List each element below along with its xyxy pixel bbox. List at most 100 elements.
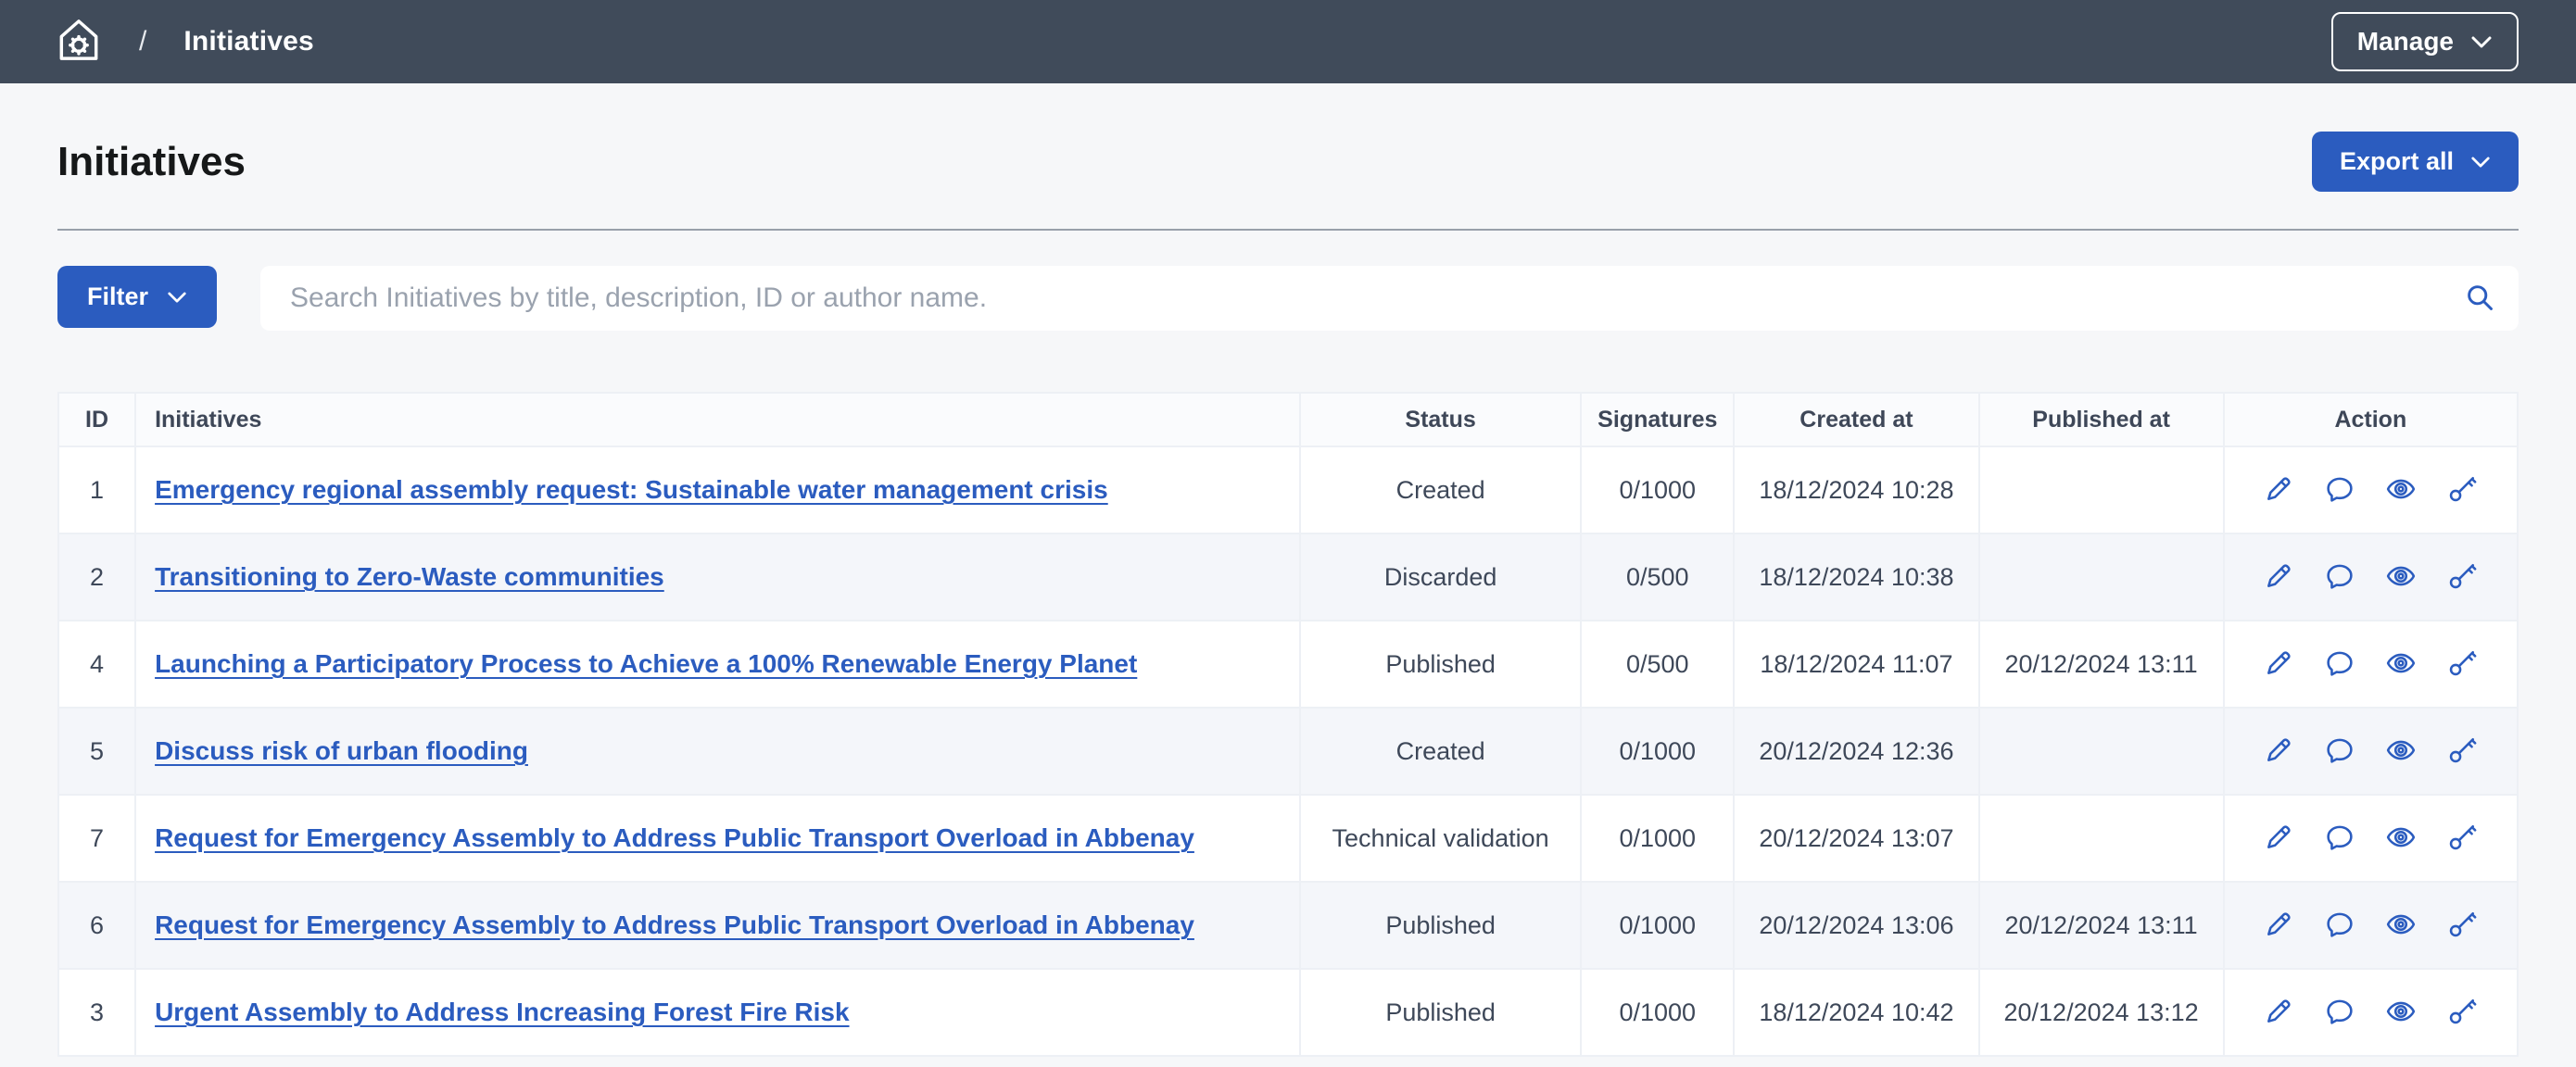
permissions-button[interactable] [2442,818,2482,859]
initiative-title-link[interactable]: Launching a Participatory Process to Ach… [155,649,1137,678]
cell-status: Published [1300,882,1581,969]
edit-button[interactable] [2258,644,2299,684]
initiative-title-link[interactable]: Request for Emergency Assembly to Addres… [155,910,1194,939]
permissions-button[interactable] [2442,992,2482,1033]
answer-button[interactable] [2319,557,2360,597]
answer-chat-icon [2325,997,2355,1029]
page-title: Initiatives [57,139,246,185]
permissions-button[interactable] [2442,644,2482,684]
cell-published-at [1979,446,2224,534]
table-row: 4 Launching a Participatory Process to A… [58,621,2518,708]
table-row: 6 Request for Emergency Assembly to Addr… [58,882,2518,969]
cell-id: 3 [58,969,135,1056]
edit-button[interactable] [2258,992,2299,1033]
header-id: ID [58,393,135,446]
manage-button[interactable]: Manage [2331,12,2519,71]
edit-button[interactable] [2258,470,2299,510]
edit-button[interactable] [2258,818,2299,859]
answer-chat-icon [2325,561,2355,594]
cell-signatures: 0/1000 [1581,795,1734,882]
preview-eye-icon [2386,735,2416,768]
initiatives-table: ID Initiatives Status Signatures Created… [57,392,2519,1057]
breadcrumb-current: Initiatives [183,26,314,57]
breadcrumb-separator: / [139,26,146,57]
permissions-key-icon [2447,910,2477,942]
filter-button-label: Filter [87,282,148,311]
header-status: Status [1300,393,1581,446]
preview-button[interactable] [2380,905,2421,946]
answer-button[interactable] [2319,644,2360,684]
table-row: 1 Emergency regional assembly request: S… [58,446,2518,534]
initiative-title-link[interactable]: Emergency regional assembly request: Sus… [155,475,1108,504]
edit-button[interactable] [2258,557,2299,597]
edit-button[interactable] [2258,731,2299,772]
cell-published-at [1979,795,2224,882]
edit-button[interactable] [2258,905,2299,946]
preview-button[interactable] [2380,470,2421,510]
table-row: 7 Request for Emergency Assembly to Addr… [58,795,2518,882]
cell-signatures: 0/1000 [1581,882,1734,969]
cell-published-at [1979,708,2224,795]
permissions-button[interactable] [2442,470,2482,510]
main-content: Initiatives Export all Filter [0,132,2576,1057]
preview-eye-icon [2386,997,2416,1029]
permissions-button[interactable] [2442,557,2482,597]
cell-id: 6 [58,882,135,969]
answer-chat-icon [2325,648,2355,681]
preview-button[interactable] [2380,818,2421,859]
answer-button[interactable] [2319,905,2360,946]
export-all-button[interactable]: Export all [2312,132,2519,192]
preview-button[interactable] [2380,644,2421,684]
table-row: 3 Urgent Assembly to Address Increasing … [58,969,2518,1056]
row-actions [2225,818,2517,859]
cell-created-at: 18/12/2024 10:38 [1734,534,1978,621]
preview-button[interactable] [2380,557,2421,597]
home-link[interactable] [57,17,100,68]
title-divider [57,229,2519,231]
initiative-title-link[interactable]: Request for Emergency Assembly to Addres… [155,823,1194,852]
header-signatures: Signatures [1581,393,1734,446]
permissions-button[interactable] [2442,731,2482,772]
preview-button[interactable] [2380,731,2421,772]
edit-pencil-icon [2264,735,2293,768]
search-button[interactable] [2450,269,2509,328]
answer-button[interactable] [2319,731,2360,772]
cell-published-at [1979,534,2224,621]
edit-pencil-icon [2264,997,2293,1029]
row-actions [2225,905,2517,946]
cell-id: 1 [58,446,135,534]
preview-button[interactable] [2380,992,2421,1033]
initiative-title-link[interactable]: Transitioning to Zero-Waste communities [155,562,664,591]
filter-button[interactable]: Filter [57,266,217,328]
edit-pencil-icon [2264,822,2293,855]
cell-published-at: 20/12/2024 13:11 [1979,621,2224,708]
cell-created-at: 18/12/2024 11:07 [1734,621,1978,708]
header-initiatives: Initiatives [135,393,1300,446]
cell-signatures: 0/1000 [1581,708,1734,795]
search-input[interactable] [290,266,2450,331]
cell-status: Created [1300,708,1581,795]
topbar: / Initiatives Manage [0,0,2576,83]
cell-signatures: 0/500 [1581,621,1734,708]
chevron-down-icon [2470,147,2491,176]
cell-status: Published [1300,621,1581,708]
cell-signatures: 0/1000 [1581,446,1734,534]
preview-eye-icon [2386,648,2416,681]
permissions-button[interactable] [2442,905,2482,946]
cell-status: Created [1300,446,1581,534]
answer-chat-icon [2325,474,2355,507]
initiative-title-link[interactable]: Discuss risk of urban flooding [155,736,528,765]
row-actions [2225,731,2517,772]
edit-pencil-icon [2264,561,2293,594]
answer-button[interactable] [2319,470,2360,510]
cell-created-at: 20/12/2024 12:36 [1734,708,1978,795]
cell-created-at: 20/12/2024 13:07 [1734,795,1978,882]
header-action: Action [2224,393,2518,446]
edit-pencil-icon [2264,648,2293,681]
answer-button[interactable] [2319,992,2360,1033]
initiative-title-link[interactable]: Urgent Assembly to Address Increasing Fo… [155,998,849,1026]
cell-created-at: 18/12/2024 10:42 [1734,969,1978,1056]
row-actions [2225,557,2517,597]
answer-button[interactable] [2319,818,2360,859]
cell-id: 2 [58,534,135,621]
